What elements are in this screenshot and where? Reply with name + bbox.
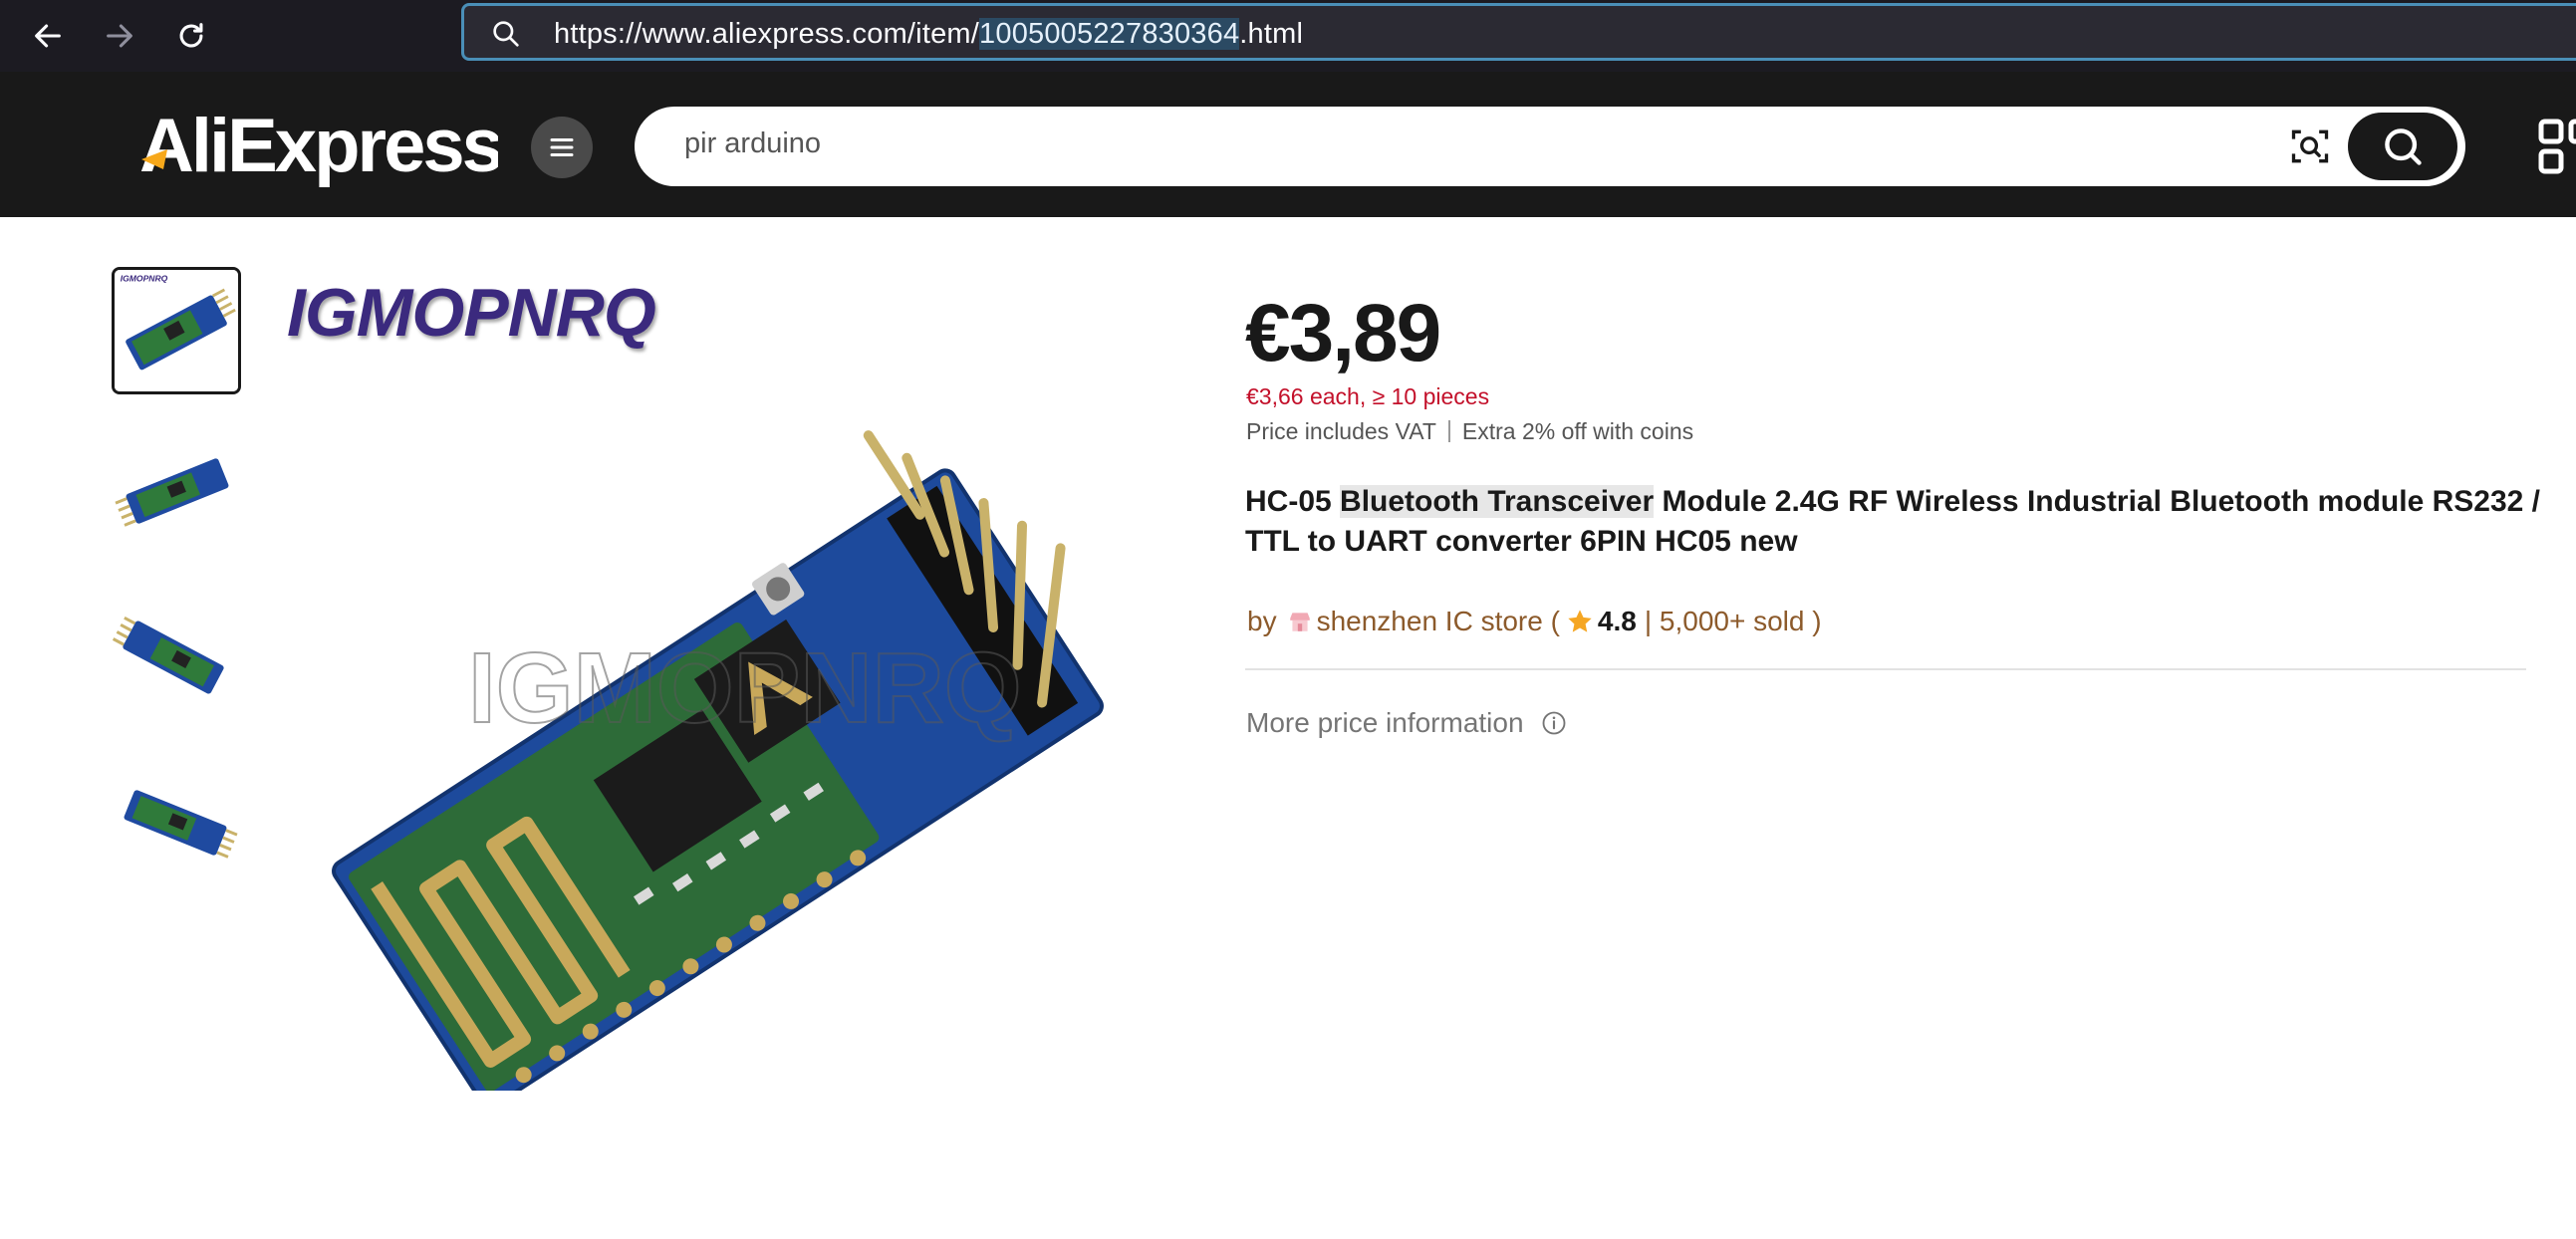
- back-button[interactable]: [22, 10, 74, 62]
- qr-code-icon[interactable]: [2536, 117, 2576, 176]
- url-text[interactable]: https://www.aliexpress.com/item/10050052…: [554, 18, 1303, 51]
- hc05-module-thumbnail-image: [112, 763, 241, 890]
- aliexpress-logo[interactable]: AliExpress: [139, 102, 498, 191]
- search-icon: [493, 21, 519, 47]
- svg-text:IGMOPNRQ: IGMOPNRQ: [468, 632, 1022, 744]
- address-bar[interactable]: https://www.aliexpress.com/item/10050052…: [461, 3, 2576, 61]
- hamburger-icon: [550, 138, 574, 156]
- coins-note: Extra 2% off with coins: [1461, 418, 1694, 444]
- store-icon: [1289, 613, 1310, 631]
- search-icon: [2385, 128, 2422, 165]
- url-selected-text: 1005005227830364: [979, 18, 1240, 50]
- vat-note: Price includes VAT: [1246, 418, 1436, 444]
- search-input[interactable]: [682, 126, 1882, 161]
- back-arrow-icon: [35, 24, 61, 48]
- reload-icon: [179, 23, 203, 48]
- search-box[interactable]: [635, 107, 2465, 186]
- section-divider: [1245, 668, 2526, 670]
- product-price: €3,89: [1245, 288, 1441, 378]
- search-button[interactable]: [2348, 113, 2457, 180]
- divider: [1447, 420, 1450, 442]
- url-suffix: .html: [1239, 18, 1304, 50]
- product-title: HC-05 Bluetooth Transceiver Module 2.4G …: [1245, 482, 2540, 562]
- thumbnail-4[interactable]: [112, 763, 241, 890]
- thumbnail-1[interactable]: IGMOPNRQ: [112, 267, 241, 394]
- hc05-module-thumbnail-image: [112, 598, 241, 725]
- store-info[interactable]: by shenzhen IC store ( 4.8 | 5,000+ sold…: [1247, 606, 1822, 637]
- star-icon: [1568, 610, 1592, 632]
- hc05-bluetooth-module-image: IGMOPNRQ: [332, 430, 1104, 1109]
- brand-watermark: IGMOPNRQ: [287, 275, 656, 351]
- svg-text:IGMOPNRQ: IGMOPNRQ: [121, 273, 168, 283]
- more-price-label: More price information: [1246, 707, 1524, 738]
- image-search-icon[interactable]: [2288, 124, 2332, 168]
- bulk-price: €3,66 each, ≥ 10 pieces: [1246, 383, 1490, 409]
- browser-toolbar: https://www.aliexpress.com/item/10050052…: [0, 0, 2576, 72]
- svg-text:AliExpress: AliExpress: [139, 104, 498, 188]
- more-price-information[interactable]: More price information: [1246, 707, 1568, 739]
- hc05-module-thumbnail-image: [112, 431, 241, 559]
- sold-count: | 5,000+ sold ): [1644, 606, 1822, 636]
- main-product-image[interactable]: IGMOPNRQ IGMOPNRQ: [269, 254, 1185, 1109]
- price-notes: Price includes VAT Extra 2% off with coin…: [1246, 418, 1693, 445]
- reload-button[interactable]: [165, 10, 217, 62]
- thumbnail-3[interactable]: [112, 598, 241, 725]
- hc05-module-thumbnail-image: IGMOPNRQ: [115, 270, 238, 391]
- info-icon[interactable]: [1540, 709, 1568, 737]
- url-prefix: https://www.aliexpress.com/item/: [554, 18, 980, 50]
- menu-button[interactable]: [531, 117, 593, 178]
- title-prefix: HC-05: [1245, 485, 1341, 518]
- forward-arrow-icon: [107, 24, 132, 48]
- store-by-label: by: [1247, 606, 1277, 636]
- title-highlight: Bluetooth Transceiver: [1340, 485, 1655, 518]
- thumbnail-2[interactable]: [112, 431, 241, 559]
- store-rating: 4.8: [1597, 606, 1637, 636]
- store-name[interactable]: shenzhen IC store (: [1317, 606, 1560, 637]
- forward-button[interactable]: [94, 10, 145, 62]
